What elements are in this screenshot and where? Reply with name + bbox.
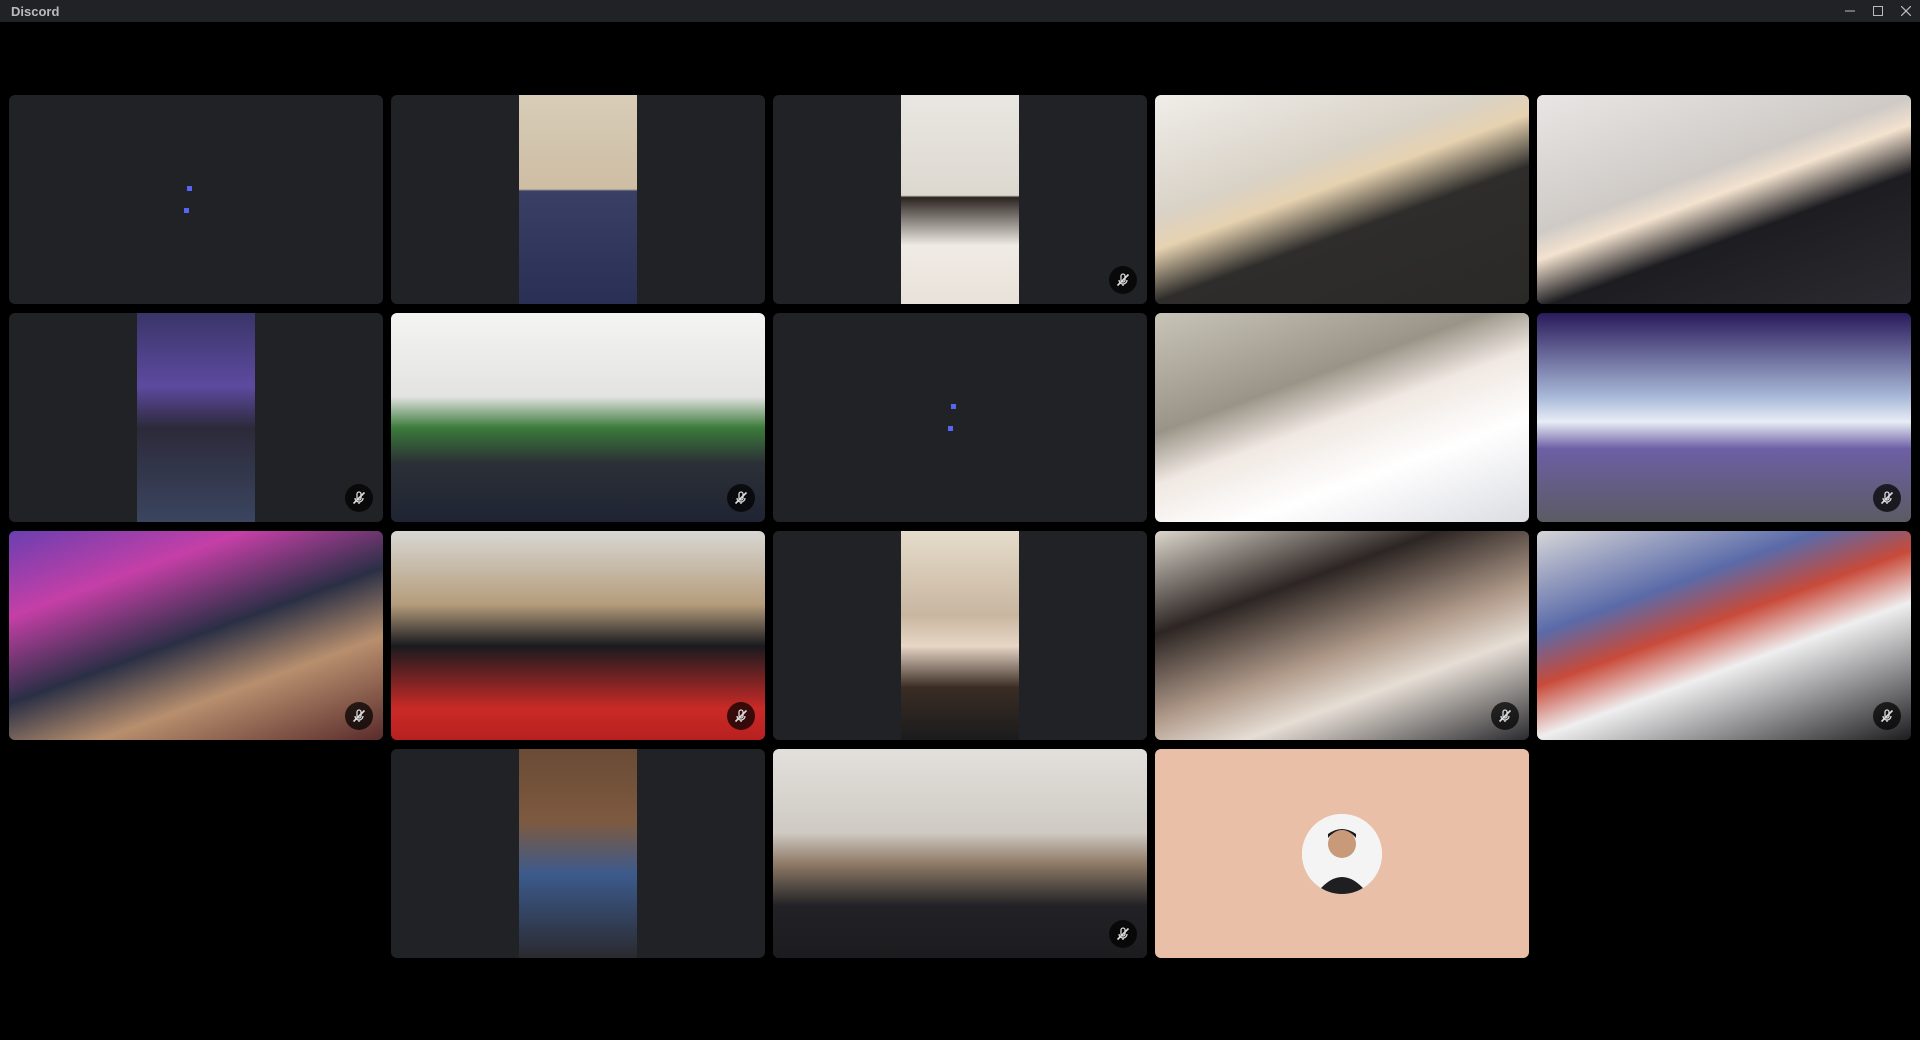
maximize-button[interactable]	[1864, 0, 1892, 22]
participant-tile[interactable]	[1537, 531, 1911, 740]
participant-tile[interactable]	[9, 531, 383, 740]
video-feed	[519, 95, 637, 304]
minimize-icon	[1845, 10, 1855, 12]
participant-tile[interactable]	[391, 95, 765, 304]
video-feed	[1155, 531, 1529, 740]
window-titlebar: Discord	[0, 0, 1920, 22]
video-feed	[391, 531, 765, 740]
connecting-indicator	[948, 404, 956, 431]
participant-tile[interactable]	[391, 313, 765, 522]
video-feed	[1537, 313, 1911, 522]
close-icon	[1901, 6, 1911, 16]
participant-tile[interactable]	[1155, 95, 1529, 304]
participant-tile[interactable]	[1155, 531, 1529, 740]
video-feed	[1537, 95, 1911, 304]
video-feed	[901, 95, 1019, 304]
participant-tile[interactable]	[773, 95, 1147, 304]
minimize-button[interactable]	[1836, 0, 1864, 22]
participant-tile[interactable]	[1537, 313, 1911, 522]
video-feed	[391, 313, 765, 522]
empty-grid-cell	[9, 749, 383, 958]
video-feed	[901, 531, 1019, 740]
participant-tile[interactable]	[391, 749, 765, 958]
app-title: Discord	[11, 3, 60, 19]
muted-mic-icon	[345, 484, 373, 512]
video-feed	[1155, 95, 1529, 304]
muted-mic-icon	[1491, 702, 1519, 730]
video-feed	[9, 531, 383, 740]
call-stage	[0, 22, 1920, 1040]
participant-tile[interactable]	[1537, 95, 1911, 304]
video-feed	[137, 313, 255, 522]
connecting-indicator	[184, 186, 192, 213]
avatar	[1302, 813, 1382, 894]
muted-mic-icon	[345, 702, 373, 730]
maximize-icon	[1873, 6, 1883, 16]
participant-tile[interactable]	[9, 95, 383, 304]
muted-mic-icon	[1109, 266, 1137, 294]
video-feed	[773, 749, 1147, 958]
muted-mic-icon	[1873, 484, 1901, 512]
participant-tile[interactable]	[773, 313, 1147, 522]
participant-tile[interactable]	[1155, 313, 1529, 522]
video-feed	[1537, 531, 1911, 740]
window-controls	[1836, 0, 1920, 22]
participant-tile[interactable]	[391, 531, 765, 740]
video-feed	[519, 749, 637, 958]
participant-tile[interactable]	[773, 749, 1147, 958]
participant-tile[interactable]	[9, 313, 383, 522]
participant-tile[interactable]	[773, 531, 1147, 740]
muted-mic-icon	[727, 484, 755, 512]
video-feed	[1155, 313, 1529, 522]
close-button[interactable]	[1892, 0, 1920, 22]
muted-mic-icon	[1873, 702, 1901, 730]
muted-mic-icon	[1109, 920, 1137, 948]
participant-tile[interactable]	[1155, 749, 1529, 958]
muted-mic-icon	[727, 702, 755, 730]
participant-grid	[9, 95, 1911, 958]
